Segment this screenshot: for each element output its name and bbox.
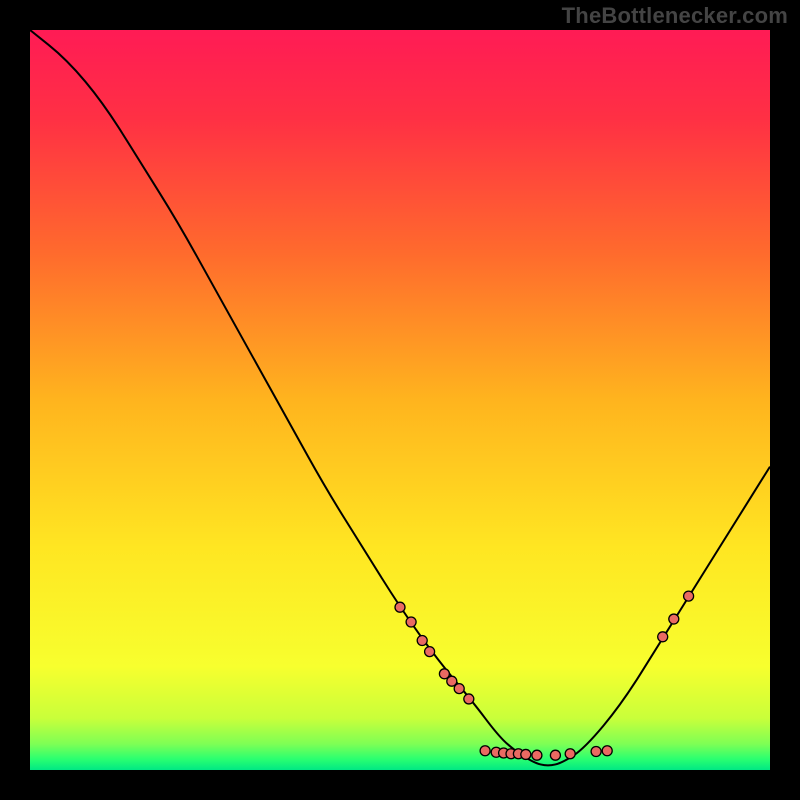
data-marker — [464, 694, 474, 704]
data-marker — [658, 632, 668, 642]
data-marker — [532, 750, 542, 760]
data-marker — [454, 684, 464, 694]
chart-svg — [30, 30, 770, 770]
data-marker — [602, 746, 612, 756]
bottleneck-chart — [30, 30, 770, 770]
data-marker — [684, 591, 694, 601]
data-marker — [417, 636, 427, 646]
chart-frame: TheBottlenecker.com — [0, 0, 800, 800]
data-marker — [521, 749, 531, 759]
data-marker — [565, 749, 575, 759]
watermark-text: TheBottlenecker.com — [562, 3, 788, 29]
data-marker — [591, 747, 601, 757]
chart-background — [30, 30, 770, 770]
data-marker — [395, 602, 405, 612]
data-marker — [406, 617, 416, 627]
data-marker — [425, 647, 435, 657]
data-marker — [480, 746, 490, 756]
data-marker — [669, 614, 679, 624]
data-marker — [550, 750, 560, 760]
